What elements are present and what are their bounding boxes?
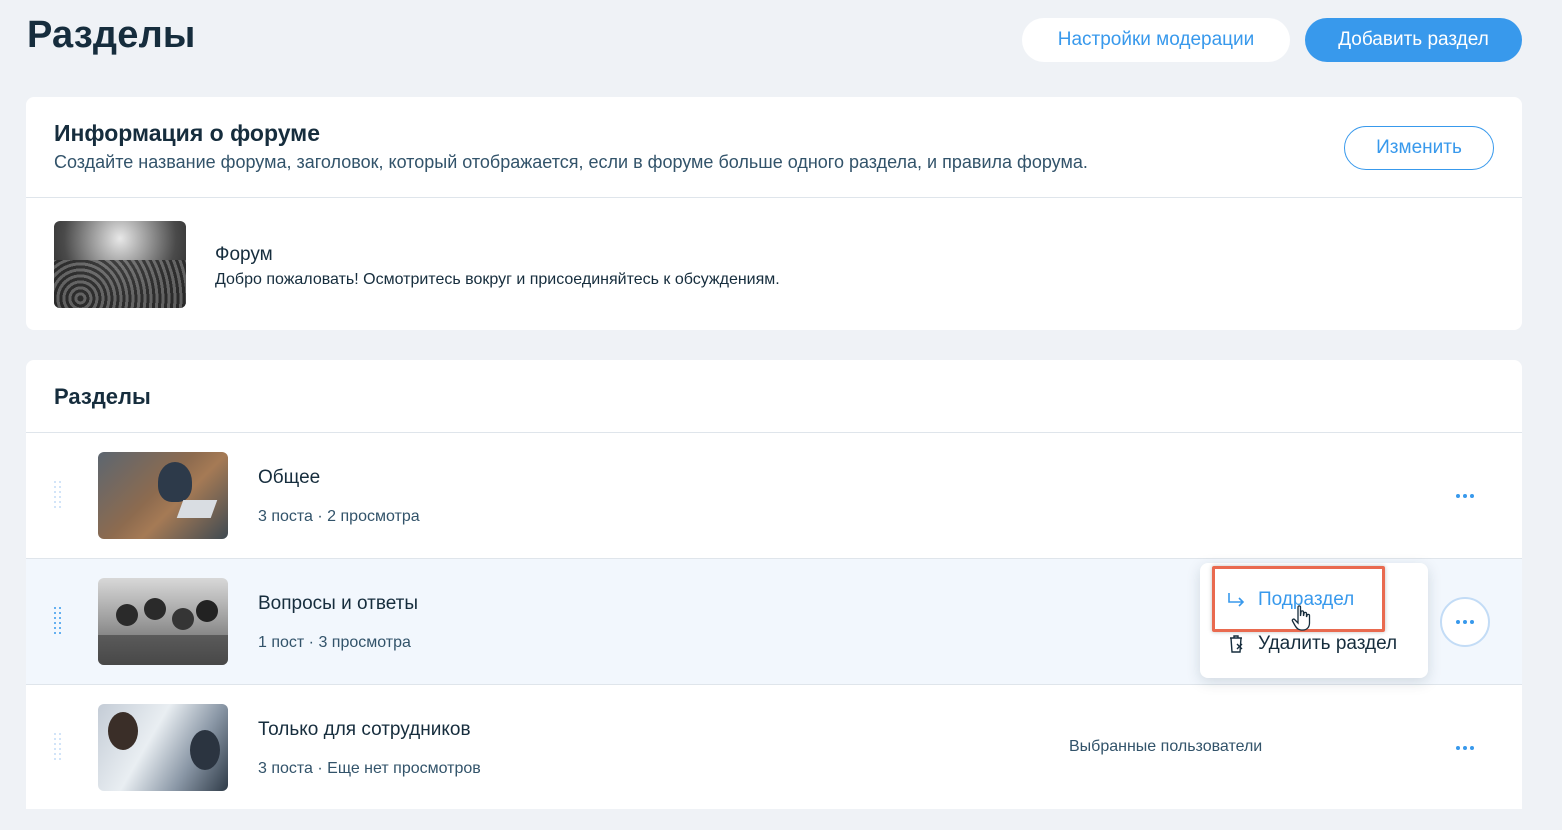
menu-item-delete-label: Удалить раздел [1258,633,1398,654]
add-section-button[interactable]: Добавить раздел [1305,18,1522,62]
section-thumbnail [98,704,228,791]
delete-icon [1230,635,1243,653]
drag-handle-icon[interactable] [54,607,62,635]
section-access-label: Выбранные пользователи [1069,738,1263,755]
edit-forum-button[interactable]: Изменить [1344,126,1494,170]
section-meta: 1 пост · 3 просмотра [258,634,411,651]
menu-item-delete[interactable]: Удалить раздел [1226,630,1397,658]
more-dots-icon [1456,620,1460,624]
hand-pointer-icon [1291,605,1311,631]
section-row[interactable]: Только для сотрудников 3 поста · Еще нет… [26,685,1522,809]
forum-info-description: Создайте название форума, заголовок, кот… [54,152,1088,172]
more-dots-icon [1456,494,1460,498]
more-actions-button[interactable] [1440,723,1490,773]
forum-info-title: Информация о форуме [54,120,320,146]
forum-name: Форум [215,244,273,265]
section-name[interactable]: Вопросы и ответы [258,593,418,615]
moderation-settings-button[interactable]: Настройки модерации [1022,18,1290,62]
sections-title: Разделы [54,384,151,409]
section-thumbnail [98,452,228,539]
section-name[interactable]: Только для сотрудников [258,719,471,741]
section-meta: 3 поста · 2 просмотра [258,508,420,525]
more-actions-button[interactable] [1440,597,1490,647]
sections-header: Разделы [26,360,1522,433]
more-dots-icon [1456,746,1460,750]
forum-welcome-text: Добро пожаловать! Осмотритесь вокруг и п… [215,271,780,288]
section-meta: 3 поста · Еще нет просмотров [258,760,481,777]
more-actions-button[interactable] [1440,471,1490,521]
drag-handle-icon[interactable] [54,481,62,509]
page-title: Разделы [27,14,196,56]
drag-handle-icon[interactable] [54,733,62,761]
forum-info-header: Информация о форуме Создайте название фо… [26,97,1522,198]
section-thumbnail [98,578,228,665]
forum-info-card: Информация о форуме Создайте название фо… [26,97,1522,330]
forum-cover-image [54,221,186,308]
section-name[interactable]: Общее [258,467,320,489]
section-row[interactable]: Общее 3 поста · 2 просмотра [26,433,1522,559]
